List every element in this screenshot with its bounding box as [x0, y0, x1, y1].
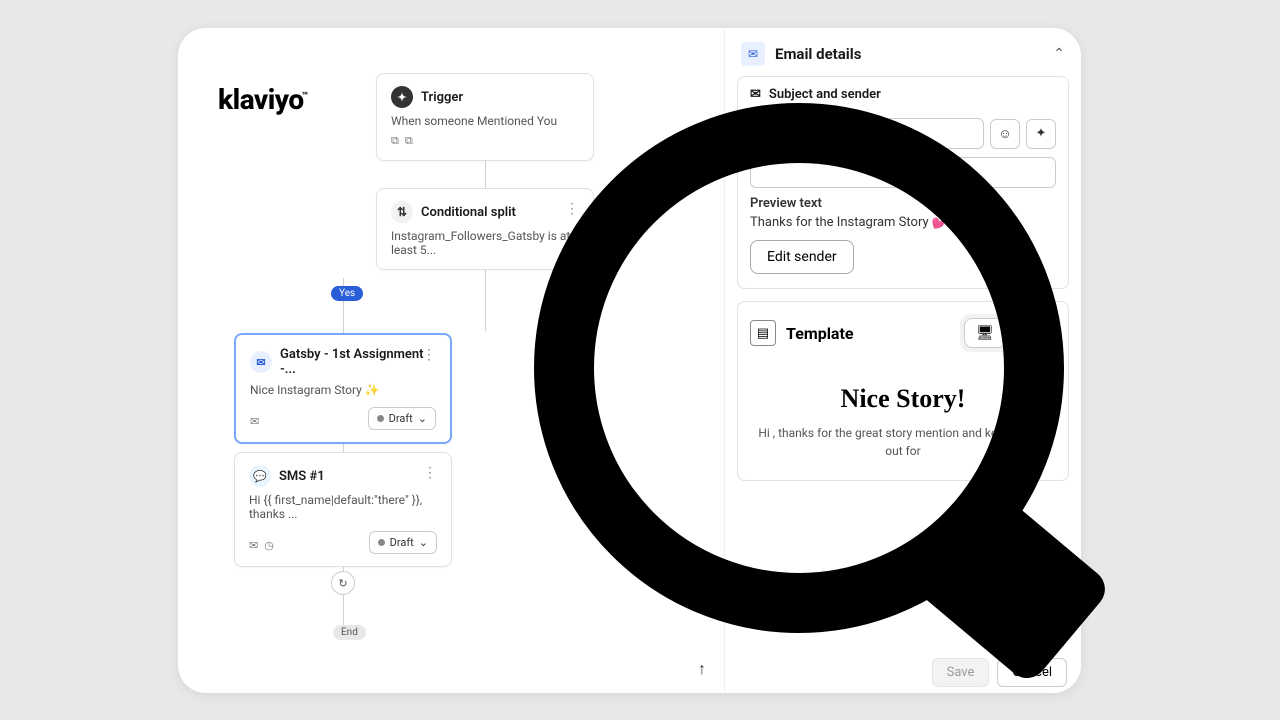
subject-input[interactable] [750, 118, 984, 149]
email-node[interactable]: ✉ Gatsby - 1st Assignment -... Nice Inst… [234, 333, 452, 444]
sms-title: SMS #1 [279, 469, 325, 484]
desktop-toggle[interactable]: 🖥 [964, 318, 1006, 348]
panel-header[interactable]: ✉ Email details ⌃ [737, 36, 1069, 76]
channel-icon: ✉ [250, 415, 259, 428]
clock-icon: ◷ [264, 539, 274, 552]
subject-section-label: Subject and sender [769, 87, 881, 102]
split-title: Conditional split [421, 205, 516, 220]
status-dropdown[interactable]: Draft ⌄ [368, 407, 436, 430]
trigger-node[interactable]: ✦ Trigger When someone Mentioned You ⧉ ⧉ [376, 73, 594, 161]
mail-icon: ✉ [250, 351, 272, 373]
status-dot-icon [377, 415, 384, 422]
preview-text: Thanks for the Instagram Story 💕 [750, 215, 1056, 230]
node-menu-button[interactable]: ⋮ [559, 199, 585, 219]
split-desc: Instagram_Followers_Gatsby is at least 5… [391, 229, 579, 257]
add-step-button[interactable]: ↻ [331, 571, 355, 595]
end-pill: End [333, 625, 366, 640]
panel-title: Email details [775, 45, 1043, 63]
trigger-title: Trigger [421, 90, 463, 105]
template-icon: ▤ [750, 320, 776, 346]
mail-icon: ✉ [741, 42, 765, 66]
split-node[interactable]: ⇅ Conditional split Instagram_Followers_… [376, 188, 594, 270]
filter-icon: ⧉ [405, 134, 413, 148]
bolt-icon: ✦ [391, 86, 413, 108]
device-toggle: 🖥 📱 [960, 314, 1056, 352]
template-preview-body: Hi , thanks for the great story mention … [758, 424, 1048, 460]
template-preview-title: Nice Story! [758, 384, 1048, 414]
template-label: Template [786, 324, 950, 343]
template-preview[interactable]: Nice Story! Hi , thanks for the great st… [738, 364, 1068, 480]
template-section: ▤ Template 🖥 📱 Nice Story! Hi , thanks f… [737, 301, 1069, 481]
status-dropdown[interactable]: Draft ⌄ [369, 531, 437, 554]
emoji-button[interactable]: ☺ [990, 119, 1020, 149]
ai-button[interactable]: ✦ [1026, 119, 1056, 149]
filter-icon: ⧉ [391, 134, 399, 148]
status-dot-icon [378, 539, 385, 546]
email-title: Gatsby - 1st Assignment -... [280, 347, 436, 377]
scroll-top-button[interactable]: ↑ [698, 659, 706, 679]
subject-section-head[interactable]: ✉ Subject and sender [738, 77, 1068, 112]
mobile-toggle[interactable]: 📱 [1010, 318, 1052, 348]
preview-label: Preview text [750, 196, 1056, 211]
flow-canvas[interactable]: ✦ Trigger When someone Mentioned You ⧉ ⧉… [178, 28, 728, 693]
trigger-desc: When someone Mentioned You [391, 114, 579, 128]
chevron-down-icon: ⌄ [419, 536, 428, 549]
node-menu-button[interactable]: ⋮ [417, 463, 443, 483]
trigger-meta-icons: ⧉ ⧉ [391, 134, 579, 148]
status-label: Draft [389, 412, 413, 425]
yes-pill: Yes [331, 286, 363, 301]
sms-node[interactable]: 💬 SMS #1 Hi {{ first_name|default:"there… [234, 452, 452, 567]
status-label: Draft [390, 536, 414, 549]
sms-icon: 💬 [249, 465, 271, 487]
chevron-down-icon: ⌄ [418, 412, 427, 425]
split-icon: ⇅ [391, 201, 413, 223]
channel-icon: ✉ [249, 539, 258, 552]
collapse-icon[interactable]: ⌃ [1053, 46, 1065, 62]
node-menu-button[interactable]: ⋮ [416, 345, 442, 365]
envelope-icon: ✉ [750, 87, 761, 102]
save-button[interactable]: Save [932, 658, 990, 687]
email-subject: Nice Instagram Story ✨ [250, 383, 436, 397]
subject-section: ✉ Subject and sender ☺ ✦ Preview text Th… [737, 76, 1069, 289]
preview-line-input[interactable] [750, 157, 1056, 188]
sms-body: Hi {{ first_name|default:"there" }}, tha… [249, 493, 437, 521]
edit-sender-button[interactable]: Edit sender [750, 240, 854, 274]
